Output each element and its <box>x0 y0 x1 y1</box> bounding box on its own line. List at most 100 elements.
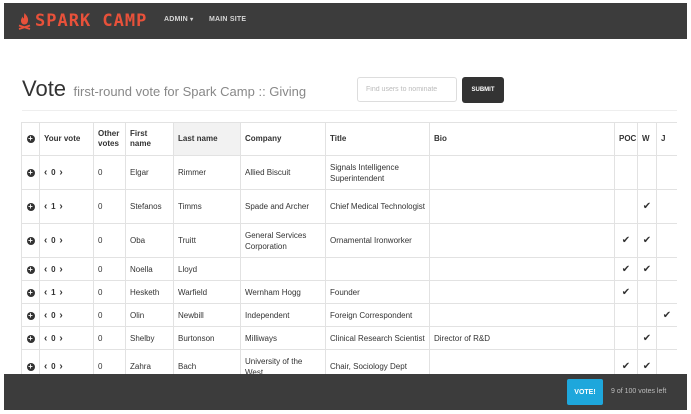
first-name-cell: Stefanos <box>125 189 174 224</box>
chevron-right-icon[interactable]: › <box>59 235 62 246</box>
plus-circle-icon[interactable]: + <box>26 334 35 343</box>
first-name-cell: Olin <box>125 303 174 327</box>
main-site-link[interactable]: MAIN SITE <box>209 16 246 23</box>
col-your-vote[interactable]: Your vote <box>39 122 94 156</box>
company-cell: Wernham Hogg <box>240 280 326 304</box>
plus-circle-icon[interactable]: + <box>26 237 35 245</box>
chevron-right-icon[interactable]: › <box>59 287 62 298</box>
plus-circle-icon[interactable]: + <box>26 265 35 274</box>
nominee-table-container[interactable]: + Your vote Other votes First name Last … <box>21 122 677 374</box>
w-check-icon <box>637 155 657 190</box>
table-row: + ‹ 0 › 0 Oba Truitt General Services Corp… <box>21 223 677 258</box>
j-check-icon <box>656 223 677 258</box>
your-vote-value: 0 <box>51 310 56 320</box>
first-name-cell: Zahra <box>125 349 174 374</box>
j-check-icon <box>656 155 677 190</box>
your-vote-value: 0 <box>51 168 56 177</box>
chevron-right-icon[interactable]: › <box>59 167 62 178</box>
col-bio[interactable]: Bio <box>429 122 615 156</box>
brand-logo[interactable]: SPARK CAMP <box>18 9 147 33</box>
nominate-search-input[interactable] <box>357 77 457 102</box>
j-check-icon: ✔ <box>656 303 677 327</box>
col-other-votes[interactable]: Other votes <box>93 122 126 156</box>
w-check-icon: ✔ <box>637 223 657 258</box>
add-row-cell[interactable]: + <box>21 326 40 350</box>
chevron-right-icon[interactable]: › <box>59 310 62 321</box>
bio-cell <box>429 155 615 190</box>
plus-circle-icon[interactable]: + <box>26 169 35 177</box>
last-name-cell: Warfield <box>173 280 241 304</box>
title-cell <box>325 257 430 281</box>
add-row-cell[interactable]: + <box>21 257 40 281</box>
page-heading: Vote first-round vote for Spark Camp :: … <box>22 76 306 102</box>
add-row-cell[interactable]: + <box>21 189 40 224</box>
bio-cell <box>429 349 615 374</box>
col-poc[interactable]: POC <box>614 122 638 156</box>
plus-circle-icon: + <box>26 134 35 143</box>
company-cell: Independent <box>240 303 326 327</box>
table-row: + ‹ 0 › 0 Olin Newbill Independent Foreign… <box>21 303 677 327</box>
last-name-cell: Rimmer <box>173 155 241 190</box>
plus-circle-icon[interactable]: + <box>26 363 35 371</box>
your-vote-value: 1 <box>51 287 56 297</box>
chevron-right-icon[interactable]: › <box>59 333 62 344</box>
col-company[interactable]: Company <box>240 122 326 156</box>
plus-circle-icon[interactable]: + <box>26 311 35 320</box>
your-vote-cell: ‹ 0 › <box>39 303 94 327</box>
poc-check-icon: ✔ <box>614 257 638 281</box>
col-last-name[interactable]: Last name <box>173 122 241 156</box>
last-name-cell: Truitt <box>173 223 241 258</box>
vote-button[interactable]: VOTE! <box>567 379 603 405</box>
j-check-icon <box>656 326 677 350</box>
admin-dropdown[interactable]: ADMIN ▾ <box>164 16 193 23</box>
col-j[interactable]: J <box>656 122 677 156</box>
plus-circle-icon[interactable]: + <box>26 203 35 211</box>
bio-cell <box>429 280 615 304</box>
page-subtitle: first-round vote for Spark Camp :: Givin… <box>73 84 307 99</box>
w-check-icon: ✔ <box>637 189 657 224</box>
chevron-right-icon[interactable]: › <box>59 201 62 212</box>
other-votes-cell: 0 <box>93 189 126 224</box>
your-vote-value: 0 <box>51 362 56 371</box>
campfire-icon <box>18 12 31 30</box>
add-row-cell[interactable]: + <box>21 223 40 258</box>
chevron-right-icon[interactable]: › <box>59 264 62 275</box>
title-cell: Chair, Sociology Dept <box>325 349 430 374</box>
add-row-cell[interactable]: + <box>21 303 40 327</box>
add-row-cell[interactable]: + <box>21 155 40 190</box>
title-cell: Clinical Research Scientist <box>325 326 430 350</box>
brand-name: SPARK CAMP <box>35 11 148 31</box>
your-vote-cell: ‹ 0 › <box>39 223 94 258</box>
add-row-cell[interactable]: + <box>21 280 40 304</box>
other-votes-cell: 0 <box>93 155 126 190</box>
other-votes-cell: 0 <box>93 303 126 327</box>
first-name-cell: Elgar <box>125 155 174 190</box>
title-cell: Chief Medical Technologist <box>325 189 430 224</box>
submit-button[interactable]: SUBMIT <box>462 77 504 103</box>
your-vote-cell: ‹ 0 › <box>39 349 94 374</box>
top-navbar: SPARK CAMP ADMIN ▾ MAIN SITE <box>4 3 687 39</box>
col-first-name[interactable]: First name <box>125 122 174 156</box>
title-cell: Founder <box>325 280 430 304</box>
col-w[interactable]: W <box>637 122 657 156</box>
chevron-right-icon[interactable]: › <box>59 361 62 372</box>
company-cell <box>240 257 326 281</box>
page-title: Vote <box>22 76 67 101</box>
add-all-header[interactable]: + <box>21 122 40 156</box>
add-row-cell[interactable]: + <box>21 349 40 374</box>
other-votes-cell: 0 <box>93 257 126 281</box>
table-row: + ‹ 0 › 0 Shelby Burtonson Milliways Clini… <box>21 326 677 350</box>
table-row: + ‹ 0 › 0 Elgar Rimmer Allied Biscuit Sign… <box>21 155 677 190</box>
your-vote-value: 0 <box>51 333 56 343</box>
nominee-table: + Your vote Other votes First name Last … <box>21 122 677 374</box>
col-title[interactable]: Title <box>325 122 430 156</box>
bio-cell <box>429 303 615 327</box>
bio-cell <box>429 189 615 224</box>
first-name-cell: Shelby <box>125 326 174 350</box>
plus-circle-icon[interactable]: + <box>26 288 35 297</box>
last-name-cell: Lloyd <box>173 257 241 281</box>
other-votes-cell: 0 <box>93 349 126 374</box>
w-check-icon <box>637 280 657 304</box>
first-name-cell: Oba <box>125 223 174 258</box>
bio-cell <box>429 223 615 258</box>
